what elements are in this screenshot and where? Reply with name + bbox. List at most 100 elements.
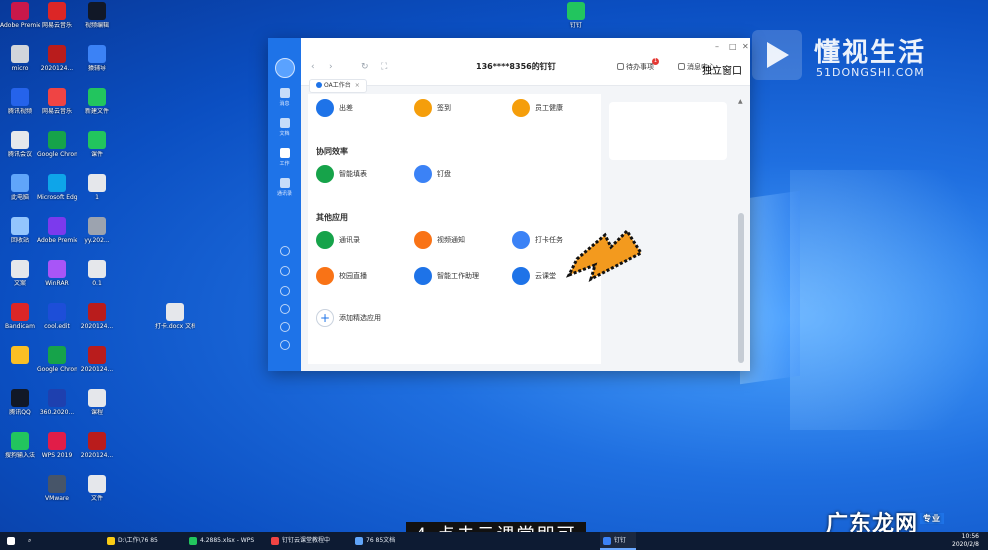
minimize-icon[interactable]: – xyxy=(715,42,719,51)
maximize-icon[interactable]: □ xyxy=(729,42,737,51)
desktop-icon[interactable]: Adobe Premier... xyxy=(0,2,40,46)
taskbar-item[interactable]: 钉钉 xyxy=(600,532,636,550)
desktop-icon[interactable]: 0.1 xyxy=(77,260,117,304)
desktop-icon[interactable]: 视频编辑 xyxy=(77,2,117,46)
taskbar-item[interactable]: 钉钉云课堂教程中 xyxy=(268,532,346,550)
desktop-icon[interactable]: Google Chrome xyxy=(37,131,77,175)
app-icon xyxy=(88,346,106,364)
avatar[interactable] xyxy=(275,58,295,78)
desktop-icon[interactable]: Adobe Premier... xyxy=(37,217,77,261)
expand-icon[interactable]: ⛶ xyxy=(381,62,387,72)
tab-close-icon[interactable]: × xyxy=(355,82,360,89)
desktop-icon[interactable]: 回收站 xyxy=(0,217,40,261)
calendar-icon[interactable] xyxy=(280,246,290,256)
desktop-icon-label: 网易云音乐 xyxy=(41,22,72,29)
app-icon xyxy=(88,174,106,192)
app-tile[interactable]: 智能填表 xyxy=(316,164,367,184)
desktop-icon[interactable]: 360.2020... xyxy=(37,389,77,433)
scroll-up-icon[interactable]: ▲ xyxy=(738,98,743,105)
desktop-icon[interactable]: WPS 2019 xyxy=(37,432,77,476)
desktop-icon[interactable]: 课件 xyxy=(77,131,117,175)
back-icon[interactable]: ‹ xyxy=(311,62,315,72)
pin-icon[interactable] xyxy=(280,286,290,296)
desktop-icon-label: 0.1 xyxy=(92,280,102,287)
app-icon xyxy=(48,174,66,192)
desktop-icon[interactable]: 新建文件 xyxy=(77,88,117,132)
desktop-icon[interactable]: micro xyxy=(0,45,40,89)
app-tile[interactable]: 云课堂 xyxy=(512,266,556,286)
brand-watermark: 懂视生活 51DONGSHI.COM xyxy=(752,30,952,82)
desktop-icon[interactable]: 打卡.docx 文档 xyxy=(155,303,195,347)
app-icon xyxy=(11,303,29,321)
desktop-icon-label: 2020124... xyxy=(80,323,114,330)
refresh-icon[interactable]: ↻ xyxy=(361,62,369,72)
search-button[interactable]: ⌕ xyxy=(28,532,42,550)
account-name[interactable]: 136****8356的钉钉 xyxy=(476,61,556,72)
desktop-icon[interactable]: 2020124... xyxy=(77,432,117,476)
search-icon: ⌕ xyxy=(28,537,32,544)
desktop-icon[interactable]: 2020124... xyxy=(77,346,117,390)
desktop-icon[interactable]: 2020124... xyxy=(37,45,77,89)
app-tile[interactable]: 视频通知 xyxy=(414,230,465,250)
app-tile-icon xyxy=(414,231,432,249)
todo-button[interactable]: 待办事项 xyxy=(617,62,654,72)
desktop-icon[interactable]: 课程 xyxy=(77,389,117,433)
desktop-icon[interactable]: VMware xyxy=(37,475,77,519)
more-icon[interactable] xyxy=(280,340,290,350)
app-tile[interactable]: 员工健康 xyxy=(512,98,563,118)
app-tile[interactable]: 校园直播 xyxy=(316,266,367,286)
desktop-icon[interactable]: 网易云音乐 xyxy=(37,88,77,132)
todo-badge: 1 xyxy=(652,58,659,65)
desktop-icon[interactable]: 猿辅导 xyxy=(77,45,117,89)
desktop-icon[interactable]: 搜狗输入法 xyxy=(0,432,40,476)
rail-item-docs[interactable]: 文档 xyxy=(268,118,301,137)
desktop-icon[interactable]: Microsoft Edge xyxy=(37,174,77,218)
desktop-icon[interactable]: 腾讯视频 xyxy=(0,88,40,132)
app-tile[interactable]: 打卡任务 xyxy=(512,230,563,250)
app-tile-label: 云课堂 xyxy=(535,272,556,280)
desktop-icon[interactable]: 文案 xyxy=(0,260,40,304)
add-app-button[interactable]: + 添加精选应用 xyxy=(316,308,381,328)
desktop-icon[interactable]: 2020124... xyxy=(77,303,117,347)
standalone-window-button[interactable]: 独立窗口 xyxy=(702,62,742,77)
taskbar-item[interactable]: 76 85文档 xyxy=(352,532,430,550)
app-tile[interactable]: 通讯录 xyxy=(316,230,360,250)
taskbar-item[interactable]: 4.2885.xlsx - WPS xyxy=(186,532,264,550)
desktop-icon[interactable]: 腾讯会议 xyxy=(0,131,40,175)
app-icon xyxy=(11,260,29,278)
app-tile[interactable]: 出差 xyxy=(316,98,353,118)
rail-label: 文档 xyxy=(279,131,290,137)
notification-icon[interactable] xyxy=(280,266,290,276)
close-icon[interactable]: ✕ xyxy=(742,42,749,51)
app-tile[interactable]: 钉盘 xyxy=(414,164,451,184)
desktop-icon[interactable]: 此电脑 xyxy=(0,174,40,218)
taskbar-app-icon xyxy=(355,537,363,545)
taskbar-item[interactable]: D:\工作\76 85 xyxy=(104,532,182,550)
desktop-icon-label: 钉钉 xyxy=(569,22,582,29)
desktop-icon[interactable]: yy.202... xyxy=(77,217,117,261)
mail-icon[interactable] xyxy=(280,322,290,332)
forward-icon[interactable]: › xyxy=(329,62,333,72)
start-button[interactable] xyxy=(4,532,18,550)
desktop-icon[interactable]: 1 xyxy=(77,174,117,218)
desktop-icon[interactable]: 腾讯QQ xyxy=(0,389,40,433)
rail-item-work[interactable]: 工作 xyxy=(268,148,301,167)
scrollbar[interactable] xyxy=(738,213,744,363)
app-icon xyxy=(48,432,66,450)
desktop-icon[interactable] xyxy=(0,346,40,390)
rail-item-messages[interactable]: 消息 xyxy=(268,88,301,107)
desktop-icon[interactable]: 文件 xyxy=(77,475,117,519)
desktop-icon[interactable]: 网易云音乐 xyxy=(37,2,77,46)
app-tile[interactable]: 智能工作助理 xyxy=(414,266,479,286)
tray-clock[interactable]: 10:56 2020/2/8 xyxy=(952,533,979,549)
rail-label: 工作 xyxy=(279,161,290,167)
app-tile[interactable]: 签到 xyxy=(414,98,451,118)
desktop-icon[interactable]: Google Chrome xyxy=(37,346,77,390)
desktop-icon[interactable]: WinRAR xyxy=(37,260,77,304)
tab-oa-workbench[interactable]: OA工作台 × xyxy=(309,79,367,93)
desktop-icon[interactable]: cool.edit xyxy=(37,303,77,347)
phone-icon[interactable] xyxy=(280,304,290,314)
desktop-icon[interactable]: Bandicam xyxy=(0,303,40,347)
dingtalk-window: 消息 文档 工作 通讯录 ‹ › ↻ ⛶ 136****8356的钉钉 待办事项… xyxy=(268,38,750,371)
rail-item-contacts[interactable]: 通讯录 xyxy=(268,178,301,197)
